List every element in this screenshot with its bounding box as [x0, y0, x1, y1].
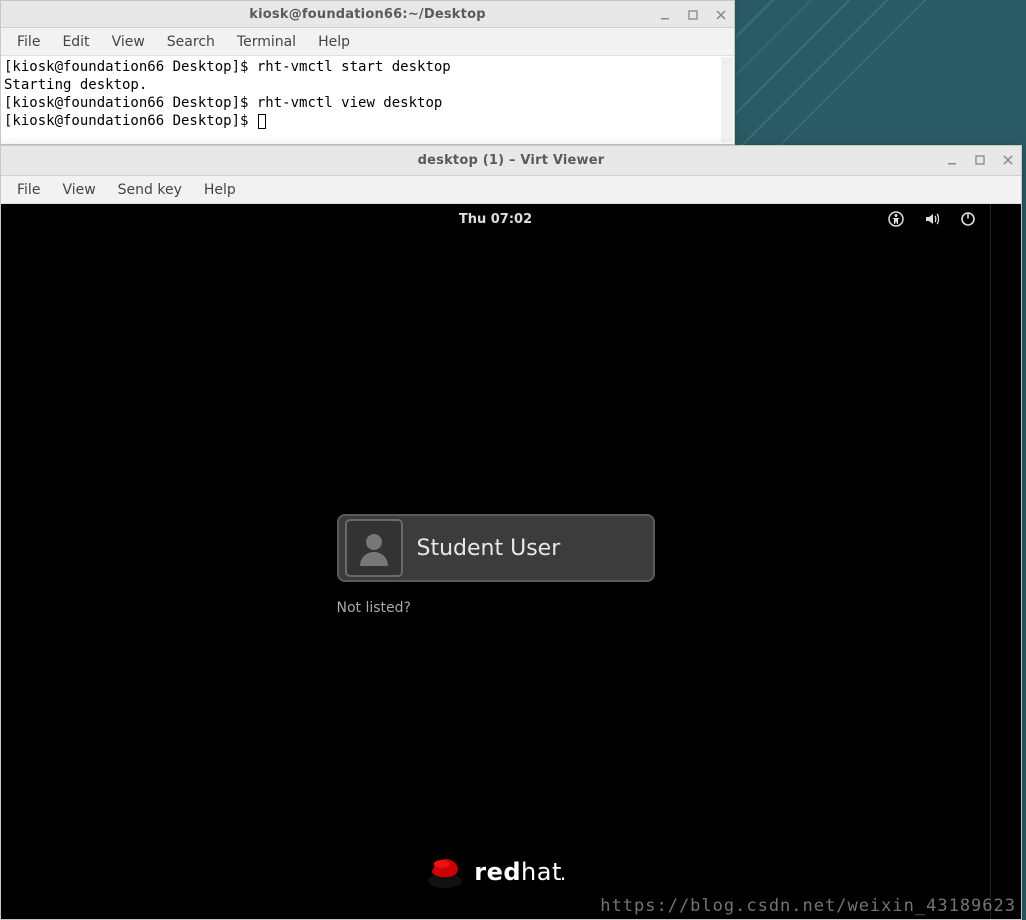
login-not-listed-link[interactable]: Not listed?	[337, 600, 655, 616]
login-user-button[interactable]: Student User	[337, 514, 655, 582]
watermark-text: https://blog.csdn.net/weixin_43189623	[600, 896, 1016, 916]
accessibility-icon[interactable]	[888, 211, 904, 227]
terminal-prompt: [kiosk@foundation66 Desktop]$	[4, 113, 257, 129]
viewer-titlebar[interactable]: desktop (1) – Virt Viewer	[1, 146, 1021, 176]
power-icon[interactable]	[960, 211, 976, 227]
terminal-title: kiosk@foundation66:~/Desktop	[249, 7, 485, 22]
terminal-line: [kiosk@foundation66 Desktop]$ rht-vmctl …	[4, 58, 731, 76]
terminal-menu-search[interactable]: Search	[157, 31, 225, 53]
terminal-line: [kiosk@foundation66 Desktop]$	[4, 112, 731, 130]
brand-text: redhat.	[474, 858, 566, 886]
topbar-clock[interactable]: Thu 07:02	[459, 212, 532, 227]
minimize-icon[interactable]	[945, 153, 959, 167]
viewer-window-controls	[945, 146, 1015, 173]
terminal-command: rht-vmctl start desktop	[257, 59, 451, 75]
redhat-logo-icon	[424, 855, 464, 889]
terminal-line: [kiosk@foundation66 Desktop]$ rht-vmctl …	[4, 94, 731, 112]
terminal-cursor-icon	[258, 114, 266, 129]
terminal-menu-view[interactable]: View	[102, 31, 155, 53]
viewer-menubar: File View Send key Help	[1, 176, 1021, 204]
terminal-window-controls	[658, 1, 728, 28]
viewer-menu-view[interactable]: View	[52, 179, 105, 201]
terminal-menu-help[interactable]: Help	[308, 31, 360, 53]
desktop-wallpaper	[736, 0, 1026, 150]
close-icon[interactable]	[1001, 153, 1015, 167]
viewer-menu-file[interactable]: File	[7, 179, 50, 201]
terminal-prompt: [kiosk@foundation66 Desktop]$	[4, 59, 257, 75]
vm-display[interactable]: Thu 07:02	[1, 204, 1021, 919]
login-user-list: Student User Not listed?	[337, 514, 655, 616]
avatar	[345, 519, 403, 577]
terminal-menubar: File Edit View Search Terminal Help	[1, 28, 734, 56]
terminal-menu-edit[interactable]: Edit	[52, 31, 99, 53]
terminal-menu-file[interactable]: File	[7, 31, 50, 53]
terminal-line: Starting desktop.	[4, 76, 731, 94]
vm-framebuffer: Thu 07:02	[1, 204, 991, 919]
terminal-output: Starting desktop.	[4, 77, 147, 93]
volume-icon[interactable]	[924, 211, 940, 227]
maximize-icon[interactable]	[686, 8, 700, 22]
terminal-scrollbar[interactable]	[721, 57, 733, 142]
close-icon[interactable]	[714, 8, 728, 22]
topbar-status-area	[888, 204, 976, 234]
terminal-menu-terminal[interactable]: Terminal	[227, 31, 306, 53]
distro-brand: redhat.	[424, 855, 566, 889]
maximize-icon[interactable]	[973, 153, 987, 167]
viewer-title: desktop (1) – Virt Viewer	[418, 153, 605, 168]
viewer-menu-sendkey[interactable]: Send key	[108, 179, 192, 201]
terminal-prompt: [kiosk@foundation66 Desktop]$	[4, 95, 257, 111]
terminal-command: rht-vmctl view desktop	[257, 95, 442, 111]
terminal-window: kiosk@foundation66:~/Desktop File Edit V…	[0, 0, 735, 145]
virt-viewer-window: desktop (1) – Virt Viewer File View Send…	[0, 145, 1022, 920]
gnome-topbar: Thu 07:02	[1, 204, 990, 234]
minimize-icon[interactable]	[658, 8, 672, 22]
viewer-menu-help[interactable]: Help	[194, 179, 246, 201]
terminal-titlebar[interactable]: kiosk@foundation66:~/Desktop	[1, 1, 734, 28]
login-user-name: Student User	[417, 536, 561, 561]
person-icon	[354, 528, 394, 568]
terminal-body[interactable]: [kiosk@foundation66 Desktop]$ rht-vmctl …	[1, 56, 734, 144]
